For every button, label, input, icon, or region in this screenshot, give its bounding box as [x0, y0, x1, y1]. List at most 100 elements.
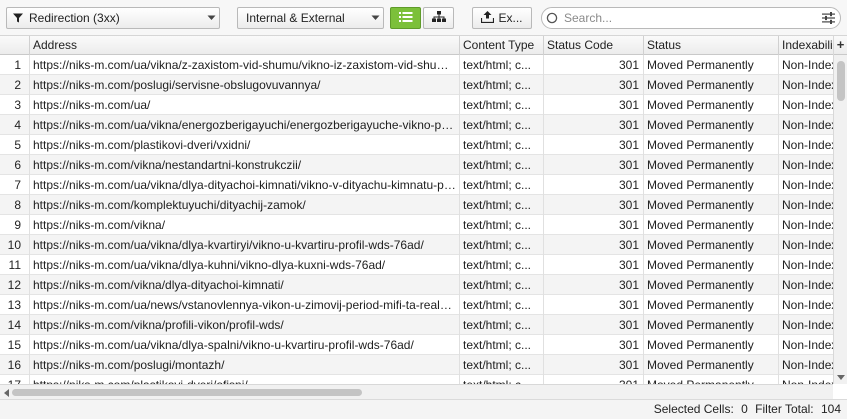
export-icon [481, 10, 495, 26]
content-type-cell: text/html; c... [460, 375, 544, 384]
table-row[interactable]: 15 https://niks-m.com/ua/vikna/dlya-spaln… [0, 335, 833, 355]
address-cell: https://niks-m.com/komplektuyuchi/dityac… [30, 195, 460, 215]
row-number-cell: 1 [0, 55, 30, 75]
row-number-cell: 7 [0, 175, 30, 195]
export-label: Ex... [498, 11, 523, 25]
table-header: Address Content Type Status Code Status … [0, 36, 833, 55]
content-type-cell: text/html; c... [460, 235, 544, 255]
tree-view-button[interactable] [423, 7, 454, 29]
search-box[interactable] [541, 7, 841, 29]
table-row[interactable]: 17https://niks-m.com/plastikovi-dveri/of… [0, 375, 833, 384]
status-code-cell: 301 [544, 275, 644, 295]
indexability-cell: Non-Indexable [782, 138, 833, 152]
indexability-cell: Non-Indexable [782, 278, 833, 292]
list-view-icon [398, 11, 413, 26]
address-cell: https://niks-m.com/ua/vikna/energozberig… [30, 115, 460, 135]
status-cell: Moved Permanently [644, 255, 779, 275]
row-number-cell: 13 [0, 295, 30, 315]
column-header-status[interactable]: Status [644, 36, 779, 55]
content-type-cell: text/html; c... [460, 355, 544, 375]
vertical-scroll-thumb[interactable] [837, 61, 845, 101]
status-code-cell: 301 [544, 195, 644, 215]
address-cell: https://niks-m.com/plastikovi-dveri/vxid… [30, 135, 460, 155]
column-header-address[interactable]: Address [30, 36, 460, 55]
scroll-down-arrow-icon[interactable] [836, 373, 846, 381]
status-cell: Moved Permanently [644, 75, 779, 95]
row-number-cell: 16 [0, 355, 30, 375]
row-number-cell: 14 [0, 315, 30, 335]
horizontal-scrollbar[interactable] [0, 384, 833, 399]
address-cell: https://niks-m.com/ua/vikna/dlya-kuhni/v… [30, 255, 460, 275]
horizontal-scroll-thumb[interactable] [12, 389, 362, 396]
table-row[interactable]: 13 https://niks-m.com/ua/news/vstanovlenn… [0, 295, 833, 315]
add-column-button[interactable]: + [834, 36, 847, 55]
table-row[interactable]: 9 https://niks-m.com/vikna/text/html; c..… [0, 215, 833, 235]
address-cell: https://niks-m.com/vikna/profili-vikon/p… [30, 315, 460, 335]
table-row[interactable]: 2 https://niks-m.com/poslugi/servisne-obs… [0, 75, 833, 95]
toolbar: Redirection (3xx) Internal & External Ex… [0, 0, 847, 36]
address-cell: https://niks-m.com/poslugi/montazh/ [30, 355, 460, 375]
chevron-down-icon [203, 15, 219, 21]
table-row[interactable]: 4 https://niks-m.com/ua/vikna/energozberi… [0, 115, 833, 135]
indexability-cell: Non-Indexable [782, 158, 833, 172]
content-type-cell: text/html; c... [460, 55, 544, 75]
status-cell: Moved Permanently [644, 235, 779, 255]
status-cell: Moved Permanently [644, 55, 779, 75]
scope-dropdown-value: Internal & External [246, 11, 345, 25]
funnel-icon [7, 12, 29, 24]
indexability-cell: Non-Indexable [782, 198, 833, 212]
column-header-status-code[interactable]: Status Code [544, 36, 644, 55]
chevron-down-icon [367, 15, 383, 21]
address-cell: https://niks-m.com/ua/news/vstanovlennya… [30, 295, 460, 315]
row-number-cell: 9 [0, 215, 30, 235]
table-row[interactable]: 7 https://niks-m.com/ua/vikna/dlya-dityac… [0, 175, 833, 195]
column-header-indexability[interactable]: Indexabili [779, 36, 833, 55]
table-row[interactable]: 5 https://niks-m.com/plastikovi-dveri/vxi… [0, 135, 833, 155]
table-row[interactable]: 16 https://niks-m.com/poslugi/montazh/tex… [0, 355, 833, 375]
selected-cells-label: Selected Cells: [653, 402, 734, 416]
status-code-cell: 301 [544, 255, 644, 275]
list-view-button[interactable] [390, 7, 421, 29]
column-header-content-type[interactable]: Content Type [460, 36, 544, 55]
table-row[interactable]: 3 https://niks-m.com/ua/text/html; c... 30… [0, 95, 833, 115]
content-type-cell: text/html; c... [460, 295, 544, 315]
table-row[interactable]: 8 https://niks-m.com/komplektuyuchi/ditya… [0, 195, 833, 215]
status-code-cell: 301 [544, 355, 644, 375]
search-input[interactable] [562, 9, 816, 27]
table-row[interactable]: 11 https://niks-m.com/ua/vikna/dlya-kuhni… [0, 255, 833, 275]
address-cell: https://niks-m.com/ua/ [30, 95, 460, 115]
row-number-cell: 5 [0, 135, 30, 155]
scroll-left-arrow-icon[interactable] [2, 388, 10, 397]
filter-dropdown-value: Redirection (3xx) [29, 11, 120, 25]
address-cell: https://niks-m.com/vikna/dlya-dityachoi-… [30, 275, 460, 295]
row-number-cell: 4 [0, 115, 30, 135]
address-cell: https://niks-m.com/plastikovi-dveri/ofis… [30, 375, 460, 384]
status-code-cell: 301 [544, 55, 644, 75]
status-code-cell: 301 [544, 295, 644, 315]
status-cell: Moved Permanently [644, 375, 779, 384]
table-row[interactable]: 1 https://niks-m.com/ua/vikna/z-zaxistom-… [0, 55, 833, 75]
row-number-cell: 17 [0, 375, 30, 384]
address-cell: https://niks-m.com/ua/vikna/dlya-spalni/… [30, 335, 460, 355]
sliders-icon[interactable] [816, 12, 840, 24]
filter-dropdown[interactable]: Redirection (3xx) [6, 7, 220, 29]
table-row[interactable]: 6 https://niks-m.com/vikna/nestandartni-k… [0, 155, 833, 175]
status-code-cell: 301 [544, 75, 644, 95]
table-row[interactable]: 10 https://niks-m.com/ua/vikna/dlya-kvart… [0, 235, 833, 255]
table-row[interactable]: 12 https://niks-m.com/vikna/dlya-dityacho… [0, 275, 833, 295]
status-cell: Moved Permanently [644, 95, 779, 115]
row-number-cell: 12 [0, 275, 30, 295]
row-number-cell: 2 [0, 75, 30, 95]
status-cell: Moved Permanently [644, 155, 779, 175]
status-code-cell: 301 [544, 135, 644, 155]
content-type-cell: text/html; c... [460, 175, 544, 195]
export-button[interactable]: Ex... [472, 7, 532, 29]
scope-dropdown[interactable]: Internal & External [237, 7, 384, 29]
indexability-cell: Non-Indexable [779, 375, 833, 384]
indexability-cell: Non-Indexable [782, 118, 833, 132]
content-type-cell: text/html; c... [460, 335, 544, 355]
table-row[interactable]: 14 https://niks-m.com/vikna/profili-vikon… [0, 315, 833, 335]
results-table: Address Content Type Status Code Status … [0, 36, 833, 384]
vertical-scrollbar[interactable]: + [833, 36, 847, 384]
content-type-cell: text/html; c... [460, 135, 544, 155]
